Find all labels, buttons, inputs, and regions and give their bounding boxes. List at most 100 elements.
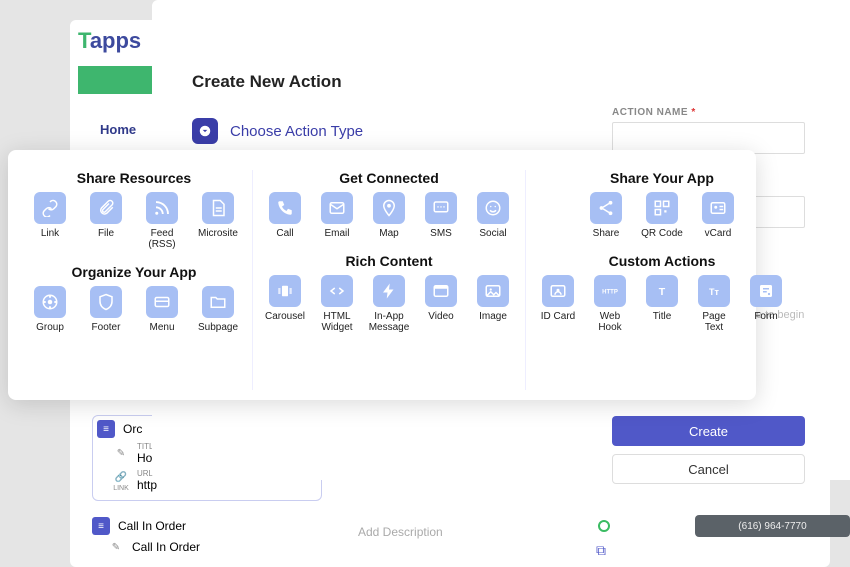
action-type-social[interactable]: Social	[473, 192, 513, 239]
action-type-subpage[interactable]: Subpage	[196, 286, 240, 333]
picker-item-label: Call	[276, 228, 293, 239]
bolt-icon	[373, 275, 405, 307]
picker-section-title: Get Connected	[265, 170, 513, 186]
action-name-label: ACTION NAME *	[612, 107, 696, 118]
picker-item-label: Menu	[149, 322, 174, 333]
menu-icon	[146, 286, 178, 318]
pagetext-icon: Tᴛ	[698, 275, 730, 307]
cancel-button[interactable]: Cancel	[612, 454, 805, 484]
picker-item-label: Social	[479, 228, 506, 239]
action-type-call[interactable]: Call	[265, 192, 305, 239]
shield-icon	[90, 286, 122, 318]
video-icon	[425, 275, 457, 307]
picker-item-label: SMS	[430, 228, 452, 239]
logo-rest: apps	[90, 28, 141, 53]
picker-item-label: Web Hook	[590, 311, 630, 333]
carousel-icon	[269, 275, 301, 307]
green-bar	[78, 66, 156, 94]
title-icon: T	[646, 275, 678, 307]
filetext-icon	[202, 192, 234, 224]
picker-item-label: Title	[653, 311, 672, 322]
picker-section-title: Share Your App	[538, 170, 786, 186]
folder-icon	[202, 286, 234, 318]
phone-preview-strip: (616) 964-7770	[695, 515, 850, 537]
create-button[interactable]: Create	[612, 416, 805, 446]
action-type-map[interactable]: Map	[369, 192, 409, 239]
code-icon	[321, 275, 353, 307]
action-type-feed-rss-[interactable]: Feed (RSS)	[140, 192, 184, 250]
picker-item-label: Image	[479, 311, 507, 322]
action-type-menu[interactable]: Menu	[140, 286, 184, 333]
drag-handle-icon[interactable]: ≡	[97, 420, 115, 438]
picker-item-label: Map	[379, 228, 398, 239]
action-type-image[interactable]: Image	[473, 275, 513, 333]
choose-action-type-row[interactable]: Choose Action Type	[192, 118, 363, 144]
action-type-vcard[interactable]: vCard	[696, 192, 740, 239]
action-type-link[interactable]: Link	[28, 192, 72, 250]
picker-section-title: Organize Your App	[28, 264, 240, 280]
action-type-form[interactable]: Form	[746, 275, 786, 333]
picker-item-label: Microsite	[198, 228, 238, 239]
action-type-qr-code[interactable]: QR Code	[640, 192, 684, 239]
action-type-page-text[interactable]: TᴛPage Text	[694, 275, 734, 333]
action-type-share[interactable]: Share	[584, 192, 628, 239]
action-type-carousel[interactable]: Carousel	[265, 275, 305, 333]
svg-text:Tᴛ: Tᴛ	[709, 287, 719, 297]
action-type-email[interactable]: Email	[317, 192, 357, 239]
idcard-icon	[542, 275, 574, 307]
link-badge: Link	[113, 485, 129, 492]
smile-icon	[477, 192, 509, 224]
pin-icon	[373, 192, 405, 224]
logo-letter: T	[78, 28, 90, 53]
phone-icon	[269, 192, 301, 224]
picker-item-label: HTML Widget	[317, 311, 357, 333]
rss-icon	[146, 192, 178, 224]
picker-item-label: Subpage	[198, 322, 238, 333]
tree-url-value: http	[137, 478, 157, 492]
qr-icon	[646, 192, 678, 224]
copy-icon[interactable]: ⧉	[596, 542, 606, 559]
action-type-file[interactable]: File	[84, 192, 128, 250]
picker-item-label: Carousel	[265, 311, 305, 322]
action-type-microsite[interactable]: Microsite	[196, 192, 240, 250]
action-type-video[interactable]: Video	[421, 275, 461, 333]
action-type-title[interactable]: T Title	[642, 275, 682, 333]
image-icon	[477, 275, 509, 307]
share-icon	[590, 192, 622, 224]
action-type-id-card[interactable]: ID Card	[538, 275, 578, 333]
pencil-icon[interactable]: ✎	[113, 446, 129, 462]
form-icon	[750, 275, 782, 307]
action-type-group[interactable]: Group	[28, 286, 72, 333]
picker-item-label: In-App Message	[369, 311, 410, 333]
action-type-in-app-message[interactable]: In-App Message	[369, 275, 409, 333]
nav-home[interactable]: Home	[100, 122, 136, 137]
drag-handle-icon[interactable]: ≡	[92, 517, 110, 535]
picker-item-label: Footer	[92, 322, 121, 333]
picker-item-label: vCard	[705, 228, 732, 239]
status-indicator-icon	[598, 520, 610, 532]
picker-item-label: File	[98, 228, 114, 239]
picker-item-label: Video	[428, 311, 453, 322]
svg-text:HTTP: HTTP	[602, 289, 618, 295]
group-icon	[34, 286, 66, 318]
picker-item-label: Email	[324, 228, 349, 239]
picker-item-label: Group	[36, 322, 64, 333]
vcard-icon	[702, 192, 734, 224]
action-type-footer[interactable]: Footer	[84, 286, 128, 333]
picker-section-title: Share Resources	[28, 170, 240, 186]
action-type-web-hook[interactable]: HTTP Web Hook	[590, 275, 630, 333]
action-type-sms[interactable]: SMS	[421, 192, 461, 239]
picker-section-title: Rich Content	[265, 253, 513, 269]
required-mark: *	[691, 107, 695, 118]
action-type-html-widget[interactable]: HTML Widget	[317, 275, 357, 333]
sms-icon	[425, 192, 457, 224]
tree-item-title: Orc	[123, 422, 142, 436]
dropdown-trigger-icon[interactable]	[192, 118, 218, 144]
tree-sub-title: Call In Order	[132, 540, 200, 554]
pencil-icon[interactable]: ✎	[108, 539, 124, 555]
description-placeholder[interactable]: Add Description	[358, 525, 443, 539]
picker-section-title: Custom Actions	[538, 253, 786, 269]
picker-item-label: ID Card	[541, 311, 575, 322]
picker-item-label: QR Code	[641, 228, 683, 239]
http-icon: HTTP	[594, 275, 626, 307]
